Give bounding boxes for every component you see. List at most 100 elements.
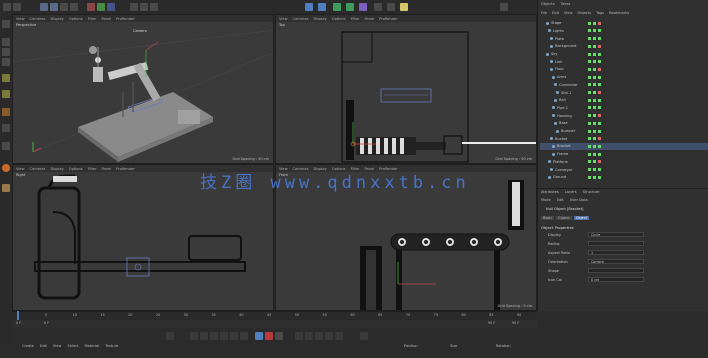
visibility-dot-icon[interactable] (588, 60, 591, 64)
visibility-dot-icon[interactable] (598, 44, 601, 48)
visibility-dot-icon[interactable] (598, 129, 601, 133)
prev-key-icon[interactable] (190, 332, 198, 340)
tab-objects[interactable]: Objects (541, 2, 555, 6)
visibility-dot-icon[interactable] (598, 60, 601, 64)
visibility-dot-icon[interactable] (598, 37, 601, 41)
vp-menu-prorender[interactable]: ProRender (116, 167, 135, 171)
key-selection-icon[interactable] (275, 332, 283, 340)
object-list-item[interactable]: Lights (540, 28, 708, 35)
visibility-dot-icon[interactable] (588, 168, 591, 172)
visibility-dot-icon[interactable] (593, 91, 596, 95)
visibility-dot-icon[interactable] (588, 144, 591, 148)
vp-menu-options[interactable]: Options (332, 17, 346, 21)
visibility-dot-icon[interactable] (598, 152, 601, 156)
start-frame-field[interactable]: 0 F (16, 321, 21, 325)
object-list-item[interactable]: Link (540, 59, 708, 66)
axis-mode-icon[interactable] (2, 108, 10, 116)
object-list-item[interactable]: Bumper (540, 128, 708, 135)
vp-menu-cameras[interactable]: Cameras (30, 17, 46, 21)
visibility-dot-icon[interactable] (593, 29, 596, 33)
visibility-dot-icon[interactable] (593, 37, 596, 41)
mat-menu-select[interactable]: Select (67, 344, 78, 352)
tab-coord[interactable]: Coord. (556, 216, 572, 220)
object-list-item[interactable]: Bucket (540, 136, 708, 143)
visibility-dot-icon[interactable] (593, 60, 596, 64)
playhead[interactable] (17, 311, 19, 320)
go-to-start-icon[interactable] (166, 332, 174, 340)
object-list-item[interactable]: Slot.1 (540, 89, 708, 96)
om-menu-edit[interactable]: Edit (552, 11, 559, 15)
visibility-flags[interactable] (588, 114, 601, 118)
visibility-dot-icon[interactable] (598, 98, 601, 102)
vp-menu-view[interactable]: View (16, 17, 25, 21)
vp-menu-panel[interactable]: Panel (102, 167, 112, 171)
redo-icon[interactable] (13, 3, 21, 11)
layout-icon[interactable] (500, 3, 508, 11)
om-menu-objects[interactable]: Objects (578, 11, 592, 15)
visibility-dot-icon[interactable] (588, 83, 591, 87)
tab-object[interactable]: Object (573, 216, 590, 220)
vp-menu-panel[interactable]: Panel (365, 17, 375, 21)
polygons-mode-icon[interactable] (2, 58, 10, 66)
visibility-dot-icon[interactable] (598, 29, 601, 33)
play-icon[interactable] (210, 332, 218, 340)
vp-menu-filter[interactable]: Filter (88, 167, 97, 171)
camera-icon[interactable] (387, 3, 395, 11)
tab-attributes[interactable]: Attributes (541, 190, 559, 194)
vp-menu-view[interactable]: View (279, 17, 288, 21)
object-list-item[interactable]: Housing (540, 112, 708, 119)
visibility-dot-icon[interactable] (588, 29, 591, 33)
visibility-flags[interactable] (588, 60, 601, 64)
top-viewport[interactable]: View Cameras Display Options Filter Pane… (275, 14, 537, 164)
move-icon[interactable] (50, 3, 58, 11)
visibility-flags[interactable] (588, 52, 601, 56)
current-frame-field[interactable]: 0 F (44, 321, 49, 325)
timeline[interactable] (12, 311, 537, 320)
property-value-field[interactable]: 0 cm (588, 277, 644, 282)
object-list-item[interactable]: Plate (540, 35, 708, 42)
z-axis-icon[interactable] (107, 3, 115, 11)
live-select-icon[interactable] (40, 3, 48, 11)
key-position-icon[interactable] (295, 332, 303, 340)
y-axis-icon[interactable] (97, 3, 105, 11)
undo-icon[interactable] (3, 3, 11, 11)
vp-menu-filter[interactable]: Filter (88, 17, 97, 21)
vp-menu-options[interactable]: Options (69, 17, 83, 21)
visibility-flags[interactable] (588, 137, 601, 141)
visibility-dot-icon[interactable] (593, 144, 596, 148)
object-list-item[interactable]: Bracket (540, 143, 708, 150)
object-list-item[interactable]: Floor (540, 66, 708, 73)
visibility-dot-icon[interactable] (598, 106, 601, 110)
visibility-flags[interactable] (588, 152, 601, 156)
preview-end-field[interactable]: 90 F (512, 321, 519, 325)
visibility-flags[interactable] (588, 168, 601, 172)
visibility-dot-icon[interactable] (593, 114, 596, 118)
bend-icon[interactable] (359, 3, 367, 11)
points-mode-icon[interactable] (2, 38, 10, 46)
pen-icon[interactable] (318, 3, 326, 11)
object-list-item[interactable]: Connector (540, 82, 708, 89)
visibility-dot-icon[interactable] (593, 21, 596, 25)
visibility-dot-icon[interactable] (598, 75, 601, 79)
visibility-dot-icon[interactable] (588, 37, 591, 41)
visibility-dot-icon[interactable] (598, 137, 601, 141)
object-list-item[interactable]: Arms (540, 74, 708, 81)
key-pla-icon[interactable] (335, 332, 343, 340)
object-list-item[interactable]: Ground (540, 174, 708, 181)
texture-mode-icon[interactable] (2, 90, 10, 98)
visibility-dot-icon[interactable] (598, 168, 601, 172)
go-to-end-icon[interactable] (240, 332, 248, 340)
visibility-dot-icon[interactable] (598, 175, 601, 179)
visibility-dot-icon[interactable] (593, 152, 596, 156)
visibility-dot-icon[interactable] (598, 114, 601, 118)
object-list-item[interactable]: Sky (540, 51, 708, 58)
visibility-dot-icon[interactable] (588, 152, 591, 156)
visibility-dot-icon[interactable] (593, 98, 596, 102)
visibility-flags[interactable] (588, 37, 601, 41)
cube-icon[interactable] (305, 3, 313, 11)
visibility-dot-icon[interactable] (598, 83, 601, 87)
property-value-field[interactable]: 1 (588, 250, 644, 255)
object-list-item[interactable]: Pipe.1 (540, 105, 708, 112)
visibility-dot-icon[interactable] (598, 144, 601, 148)
visibility-flags[interactable] (588, 175, 601, 179)
